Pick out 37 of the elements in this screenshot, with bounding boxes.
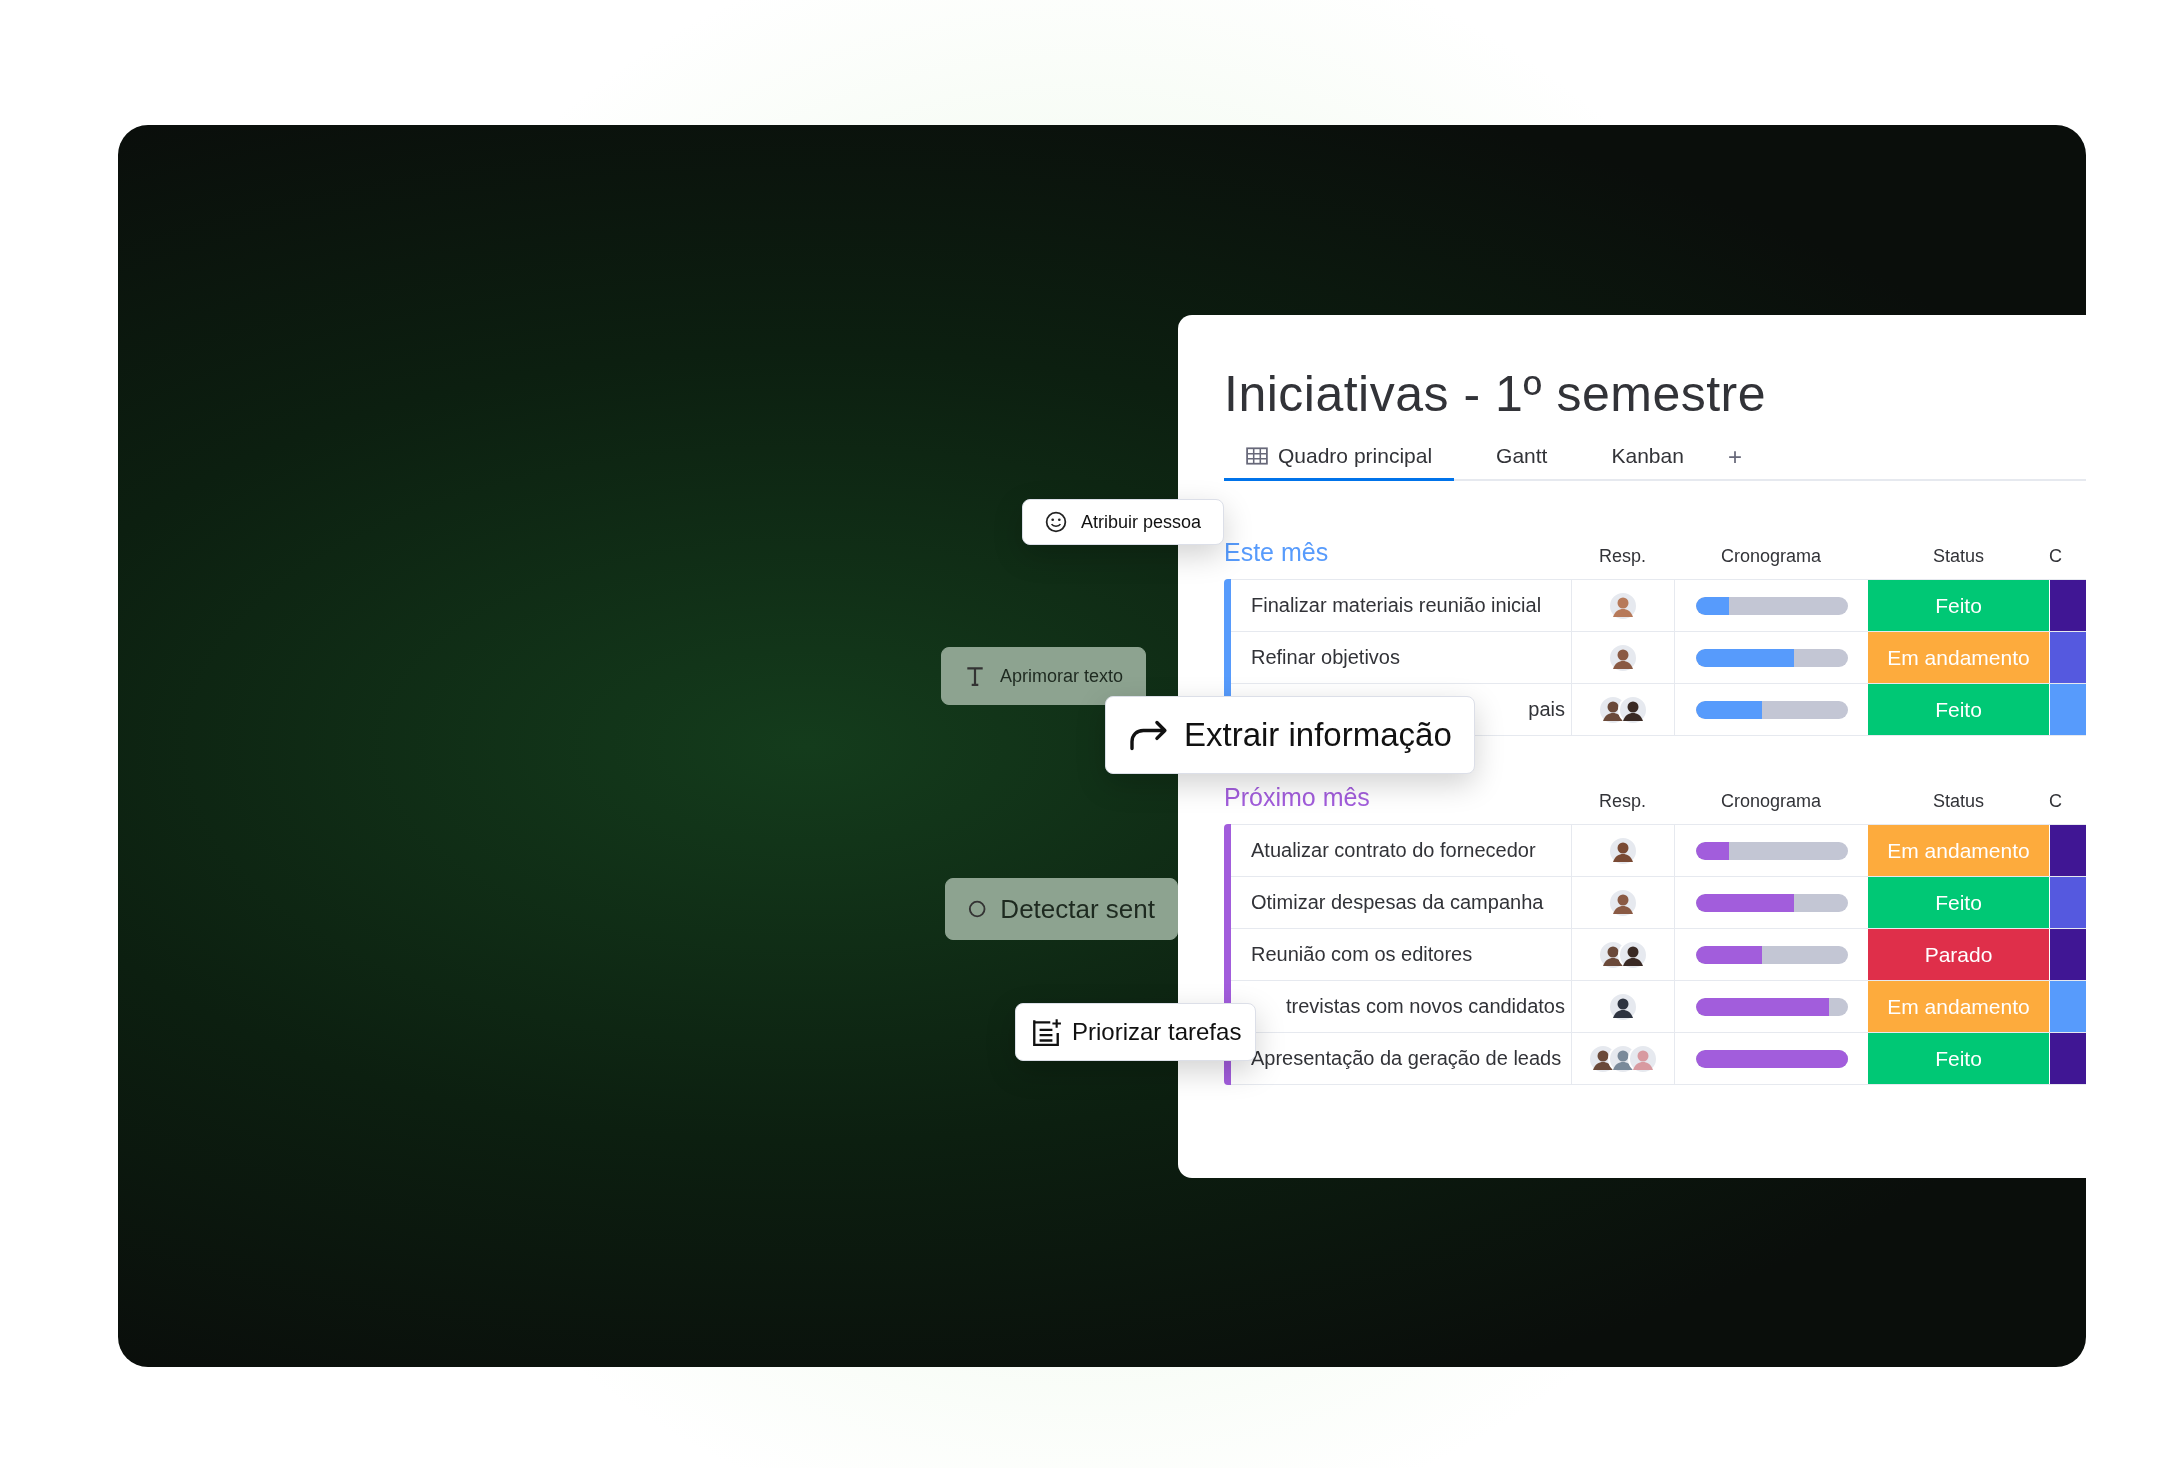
ai-action-chip[interactable]: Atribuir pessoa [1022, 499, 1225, 545]
column-header: Resp. [1598, 546, 1647, 567]
view-tab[interactable]: Quadro principal [1224, 444, 1455, 481]
circle-icon [968, 898, 987, 920]
status-label[interactable]: Parado [1868, 929, 2049, 980]
ai-action-chip[interactable]: Detectar sent [945, 878, 1178, 940]
task-name[interactable]: trevistas com novos candidatos [1285, 995, 1565, 1018]
column-header: C [2049, 546, 2063, 567]
table-icon [1246, 447, 1268, 465]
task-name[interactable]: pais [1528, 698, 1565, 721]
smiley-icon [1045, 511, 1067, 533]
column-header: Cronograma [1719, 791, 1822, 812]
board-title: Iniciativas - 1º semestre [1224, 365, 1768, 423]
column-header: C [2049, 791, 2063, 812]
forward-arrow-icon [1128, 718, 1170, 752]
task-name[interactable]: Finalizar materiais reunião inicial [1251, 594, 1542, 617]
group-title[interactable]: Próximo mês [1224, 783, 1571, 812]
task-name[interactable]: Refinar objetivos [1251, 646, 1400, 669]
task-name[interactable]: Otimizar despesas da campanha [1251, 891, 1544, 914]
add-view-button[interactable]: + [1705, 443, 1764, 479]
ai-action-chip[interactable]: Aprimorar texto [941, 647, 1147, 705]
view-tab[interactable]: Kanban [1589, 444, 1706, 481]
chip-label: Detectar sent [1000, 893, 1155, 925]
text-icon [964, 665, 986, 687]
chip-label: Aprimorar texto [1000, 665, 1124, 687]
task-name[interactable]: Reunião com os editores [1251, 943, 1473, 966]
chip-label: Extrair informação [1184, 716, 1452, 754]
column-header: Status [1932, 791, 1985, 812]
chip-label: Priorizar tarefas [1072, 1018, 1242, 1046]
task-name[interactable]: Atualizar contrato do fornecedor [1251, 839, 1536, 862]
list-icon [1030, 1016, 1062, 1048]
column-header: Cronograma [1719, 546, 1822, 567]
view-tab[interactable]: Gantt [1474, 444, 1570, 481]
ai-action-chip[interactable]: Extrair informação [1105, 696, 1475, 774]
chip-label: Atribuir pessoa [1081, 511, 1202, 533]
column-header: Status [1932, 546, 1985, 567]
column-header: Resp. [1598, 791, 1647, 812]
